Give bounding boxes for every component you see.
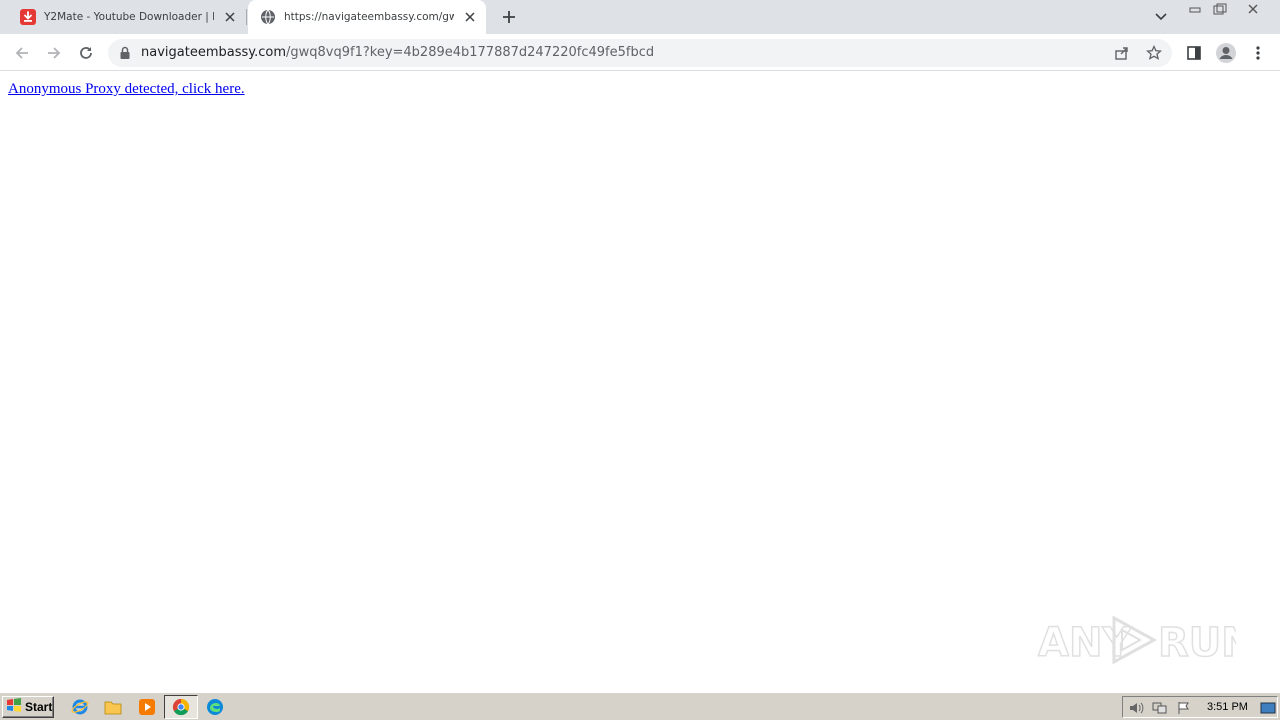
browser-tab-strip: Y2Mate - Youtube Downloader | Dow https:… (0, 0, 1280, 34)
file-explorer-icon[interactable] (103, 697, 123, 717)
volume-icon[interactable] (1127, 699, 1145, 717)
tab-separator (246, 9, 247, 25)
window-close-icon[interactable] (1233, 1, 1273, 17)
tab-navigateembassy[interactable]: https://navigateembassy.com/gwq8 (248, 0, 486, 34)
address-bar[interactable]: navigateembassy.com/gwq8vq9f1?key=4b289e… (108, 39, 1172, 67)
show-desktop-icon[interactable] (1259, 699, 1277, 717)
back-arrow-icon[interactable] (10, 41, 34, 65)
window-minimize-icon[interactable] (1183, 1, 1207, 17)
windows-logo-icon (6, 697, 22, 717)
lock-icon[interactable] (119, 46, 131, 60)
new-tab-plus-icon[interactable] (498, 7, 520, 27)
start-button[interactable]: Start (2, 696, 54, 718)
share-icon[interactable] (1113, 44, 1131, 62)
media-player-icon[interactable] (137, 697, 157, 717)
proxy-detected-link[interactable]: Anonymous Proxy detected, click here. (8, 81, 245, 98)
forward-arrow-icon[interactable] (42, 41, 66, 65)
windows-taskbar: Start 3:51 PM (0, 692, 1280, 720)
taskbar-clock[interactable]: 3:51 PM (1207, 701, 1248, 713)
action-center-flag-icon[interactable] (1175, 699, 1193, 717)
menu-kebab-icon[interactable] (1246, 41, 1270, 65)
url-text[interactable]: navigateembassy.com/gwq8vq9f1?key=4b289e… (141, 45, 654, 60)
globe-icon (260, 9, 276, 25)
reload-icon[interactable] (74, 41, 98, 65)
network-icon[interactable] (1151, 699, 1169, 717)
page-content: Anonymous Proxy detected, click here. AN… (0, 72, 1280, 692)
anyrun-watermark-logo: ANY RUN (1037, 615, 1236, 667)
tab-title: https://navigateembassy.com/gwq8 (284, 11, 454, 23)
tab-y2mate[interactable]: Y2Mate - Youtube Downloader | Dow (8, 0, 246, 34)
y2mate-download-icon (20, 9, 36, 25)
browser-toolbar: navigateembassy.com/gwq8vq9f1?key=4b289e… (0, 34, 1280, 71)
side-panel-icon[interactable] (1182, 41, 1206, 65)
url-host: navigateembassy.com (141, 45, 286, 60)
watermark-right-text: RUN (1158, 620, 1236, 666)
start-label: Start (25, 700, 53, 714)
window-restore-icon[interactable] (1208, 1, 1232, 17)
edge-icon[interactable] (205, 697, 225, 717)
tab-search-chevron-icon[interactable] (1151, 8, 1171, 26)
internet-explorer-icon[interactable] (70, 697, 90, 717)
close-tab-icon[interactable] (222, 9, 238, 25)
system-tray: 3:51 PM (1122, 696, 1278, 718)
chrome-icon[interactable] (171, 697, 191, 717)
bookmark-star-icon[interactable] (1145, 44, 1163, 62)
tab-title: Y2Mate - Youtube Downloader | Dow (44, 11, 214, 23)
url-path: /gwq8vq9f1?key=4b289e4b177887d247220fc49… (286, 45, 655, 60)
profile-avatar-icon[interactable] (1214, 41, 1238, 65)
close-tab-icon[interactable] (462, 9, 478, 25)
